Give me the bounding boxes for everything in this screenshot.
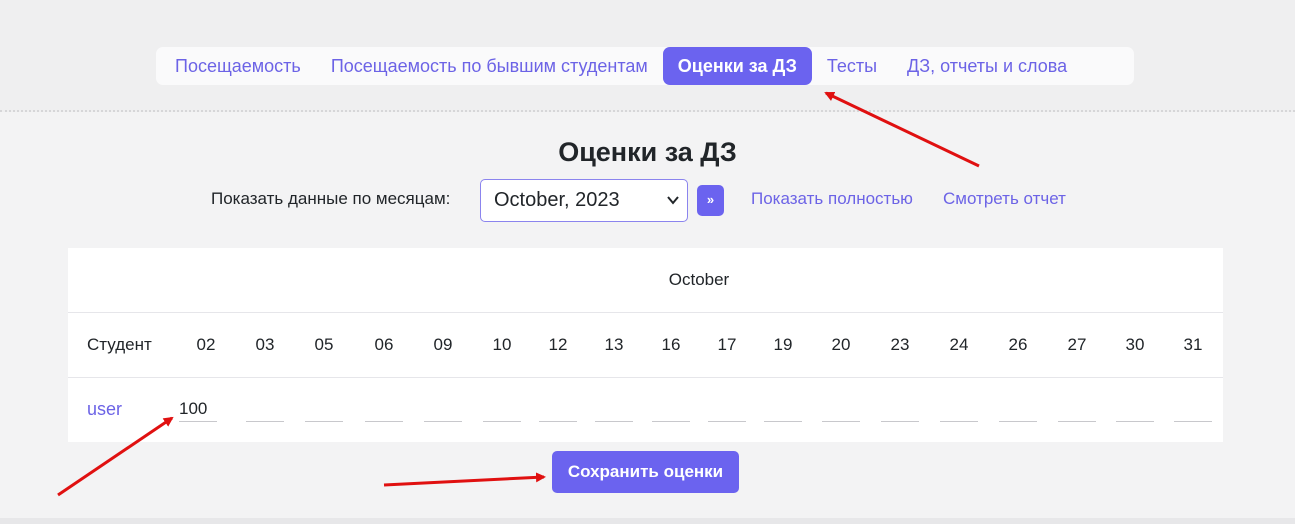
annotation-arrow-grade xyxy=(57,416,174,497)
annotation-arrows xyxy=(57,91,980,497)
annotation-arrow-save xyxy=(383,472,546,487)
annotation-arrow-tab xyxy=(824,91,980,168)
